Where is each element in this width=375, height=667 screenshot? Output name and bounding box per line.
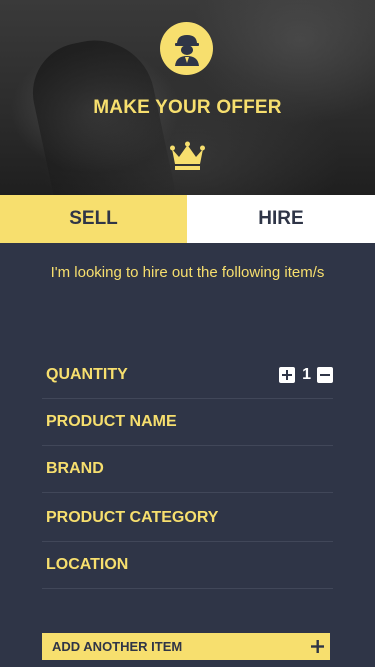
product-category-label: PRODUCT CATEGORY [46, 509, 219, 526]
brand-field[interactable]: BRAND [42, 446, 333, 493]
increment-button[interactable] [279, 367, 296, 383]
page-title: MAKE YOUR OFFER [93, 97, 282, 118]
plus-icon [282, 370, 293, 380]
add-another-item-button[interactable]: ADD ANOTHER ITEM [42, 633, 330, 660]
intro-text: I'm looking to hire out the following it… [50, 264, 325, 281]
location-field[interactable]: LOCATION [42, 542, 333, 589]
product-name-label: PRODUCT NAME [46, 413, 177, 430]
crown-icon [170, 140, 205, 172]
location-label: LOCATION [46, 556, 129, 573]
quantity-field: QUANTITY 1 [42, 352, 333, 399]
product-category-field[interactable]: PRODUCT CATEGORY [42, 495, 333, 542]
product-name-field[interactable]: PRODUCT NAME [42, 399, 333, 446]
quantity-value: 1 [302, 366, 311, 383]
tab-sell[interactable]: SELL [0, 195, 187, 243]
worker-avatar-icon [160, 22, 213, 75]
add-another-item-label: ADD ANOTHER ITEM [52, 639, 183, 654]
minus-icon [320, 374, 330, 376]
offer-tabs: SELL HIRE [0, 195, 375, 243]
quantity-stepper: 1 [279, 366, 333, 384]
tab-hire[interactable]: HIRE [187, 195, 375, 243]
quantity-label: QUANTITY [46, 366, 128, 383]
plus-icon [311, 640, 324, 653]
decrement-button[interactable] [317, 367, 333, 383]
brand-label: BRAND [46, 460, 104, 477]
